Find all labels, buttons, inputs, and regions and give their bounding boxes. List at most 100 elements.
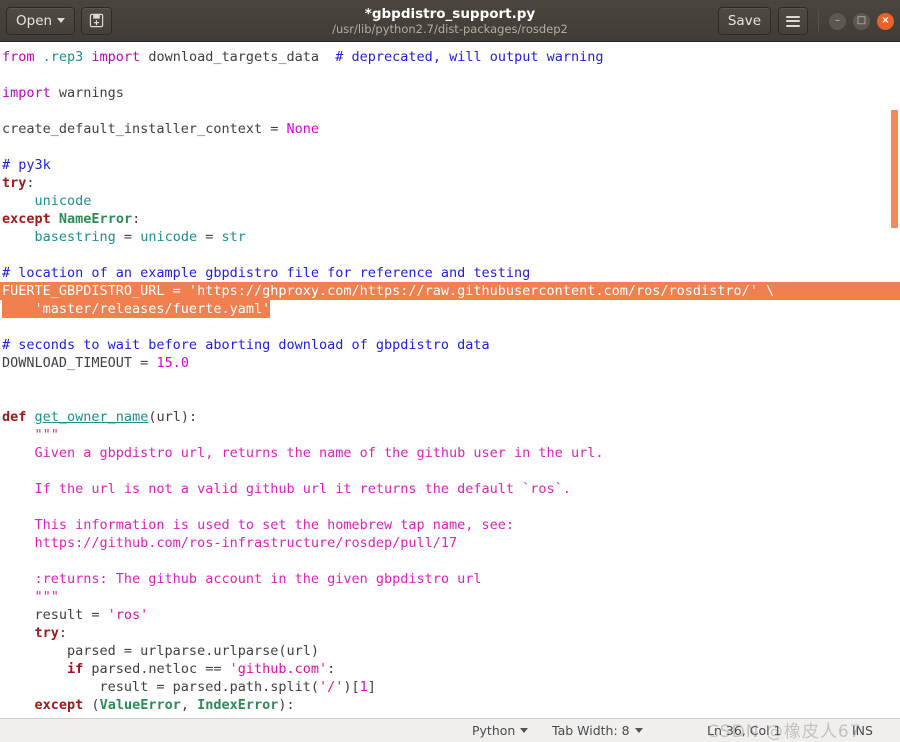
code-line: if parsed.netloc == 'github.com':	[0, 660, 900, 678]
code-token: :	[132, 211, 141, 227]
code-token: """	[2, 589, 59, 605]
titlebar-right-controls: Save – □ ×	[717, 0, 894, 42]
code-token: try	[34, 625, 59, 641]
code-token: NameError	[58, 211, 133, 227]
selected-text: 'master/releases/fuerte.yaml'	[2, 300, 271, 318]
code-token: except	[34, 697, 84, 713]
code-token: str	[221, 229, 246, 245]
code-text-area[interactable]: from .rep3 import download_targets_data …	[0, 42, 900, 714]
code-token: result =	[2, 607, 108, 623]
code-token: def	[2, 409, 27, 425]
main-menu-button[interactable]	[778, 7, 808, 35]
code-token: 1	[359, 679, 368, 695]
code-line: ​	[0, 318, 900, 336]
code-token: :	[327, 661, 336, 677]
code-token: '/'	[318, 679, 344, 695]
code-line: from .rep3 import download_targets_data …	[0, 48, 900, 66]
code-token: ValueError	[99, 697, 181, 713]
code-token: create_default_installer_context =	[2, 121, 287, 137]
tab-width-selector[interactable]: Tab Width: 8	[552, 723, 643, 738]
code-token: if	[67, 661, 84, 677]
code-token: 'github.com'	[229, 661, 328, 677]
save-as-icon	[89, 13, 104, 28]
close-button[interactable]: ×	[877, 12, 894, 30]
page-title: *gbpdistro_support.py	[364, 5, 536, 22]
code-token: (	[83, 697, 100, 713]
open-button[interactable]: Open	[6, 6, 76, 35]
hamburger-menu-icon	[786, 15, 800, 27]
code-line: try:	[0, 624, 900, 642]
save-as-button[interactable]	[81, 6, 113, 35]
code-token: If the url is not a valid github url it …	[2, 481, 571, 497]
code-token: ,	[180, 697, 198, 713]
code-token: unicode	[34, 193, 92, 209]
code-line: :returns: The github account in the give…	[0, 570, 900, 588]
open-button-label: Open	[16, 12, 53, 29]
code-token: from	[2, 49, 43, 65]
code-line: DOWNLOAD_TIMEOUT = 15.0	[0, 354, 900, 372]
code-token: https://github.com/ros-infrastructure/ro…	[2, 535, 458, 551]
code-token: get_owner_name	[34, 409, 149, 425]
code-token: IndexError	[197, 697, 279, 713]
titlebar-divider	[818, 10, 819, 32]
code-token: import	[91, 49, 141, 65]
chevron-down-icon	[57, 18, 66, 23]
code-token: .rep3	[42, 49, 84, 65]
vertical-scrollbar-thumb[interactable]	[891, 110, 898, 228]
save-button[interactable]: Save	[717, 7, 771, 35]
code-token: 15.0	[156, 355, 189, 371]
code-line: basestring = unicode = str	[0, 228, 900, 246]
code-line: ​	[0, 138, 900, 156]
code-token: # deprecated, will output warning	[335, 49, 604, 65]
code-line: import warnings	[0, 84, 900, 102]
code-line: ​	[0, 498, 900, 516]
code-token: (url):	[148, 409, 198, 425]
code-token: result = parsed.path.split(	[2, 679, 319, 695]
code-line: result = 'ros'	[0, 606, 900, 624]
code-line: except NameError:	[0, 210, 900, 228]
file-path-subtitle: /usr/lib/python2.7/dist-packages/rosdep2	[332, 21, 568, 36]
language-selector[interactable]: Python	[472, 723, 529, 738]
code-line: Given a gbpdistro url, returns the name …	[0, 444, 900, 462]
insert-mode-indicator: INS	[852, 723, 873, 738]
code-token: None	[286, 121, 319, 137]
code-line: except (ValueError, IndexError):	[0, 696, 900, 714]
code-line: 'master/releases/fuerte.yaml'	[0, 300, 900, 318]
code-token: basestring	[34, 229, 116, 245]
code-line: create_default_installer_context = None	[0, 120, 900, 138]
vertical-scrollbar[interactable]	[886, 42, 900, 718]
code-token: :	[58, 625, 68, 641]
code-token: unicode	[140, 229, 198, 245]
code-token: )[	[343, 679, 360, 695]
code-token: download_targets_data	[140, 49, 336, 65]
code-token: =	[115, 229, 141, 245]
code-token: 'ros'	[107, 607, 149, 623]
code-line: ​	[0, 102, 900, 120]
code-line: If the url is not a valid github url it …	[0, 480, 900, 498]
minimize-button[interactable]: –	[829, 12, 846, 30]
editor-area[interactable]: from .rep3 import download_targets_data …	[0, 42, 900, 718]
maximize-button[interactable]: □	[853, 12, 870, 30]
code-line: # py3k	[0, 156, 900, 174]
code-token: This information is used to set the home…	[2, 517, 515, 533]
save-button-label: Save	[727, 13, 761, 29]
code-token: warnings	[50, 85, 124, 101]
code-line: def get_owner_name(url):	[0, 408, 900, 426]
code-token: Given a gbpdistro url, returns the name …	[2, 445, 604, 461]
code-token: import	[2, 85, 51, 101]
code-token: :	[26, 175, 35, 191]
code-token: DOWNLOAD_TIMEOUT =	[2, 355, 157, 371]
chevron-down-icon	[634, 728, 643, 733]
code-line: """	[0, 588, 900, 606]
code-token: =	[197, 229, 222, 245]
code-token: try	[2, 175, 27, 191]
code-line: # seconds to wait before aborting downlo…	[0, 336, 900, 354]
code-line: ​	[0, 552, 900, 570]
